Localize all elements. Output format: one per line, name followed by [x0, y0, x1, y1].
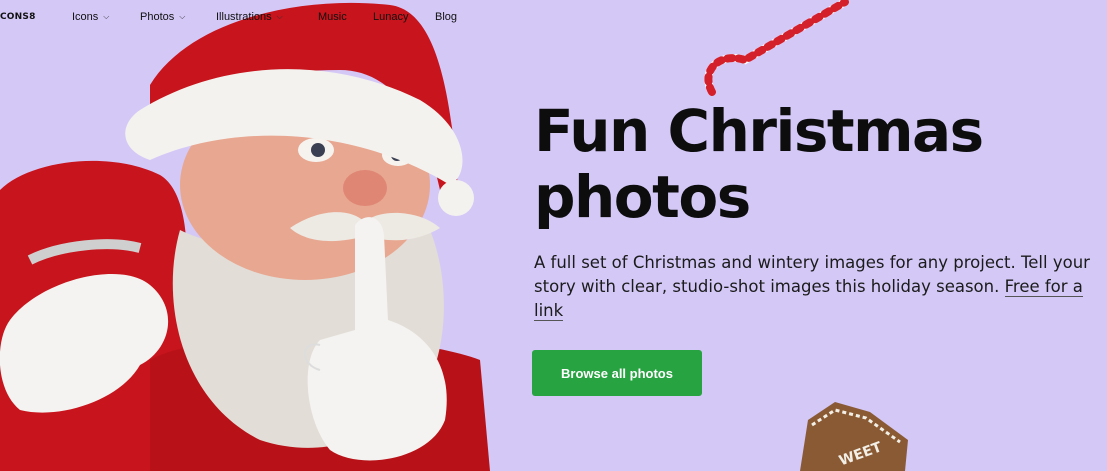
- nav-item-label: Icons: [72, 11, 99, 23]
- chevron-down-icon: ⌵: [179, 12, 186, 21]
- page-title: Fun Christmas photos: [534, 97, 984, 231]
- site-logo[interactable]: CONS8: [0, 12, 36, 22]
- nav-item-blog[interactable]: Blog: [435, 11, 457, 23]
- browse-all-photos-button[interactable]: Browse all photos: [532, 350, 702, 396]
- chevron-down-icon: ⌵: [276, 12, 283, 21]
- nav-item-illustrations[interactable]: Illustrations ⌵: [216, 11, 283, 23]
- nav-item-music[interactable]: Music: [318, 11, 347, 23]
- nav-item-photos[interactable]: Photos ⌵: [140, 11, 185, 23]
- nav-item-label: Blog: [435, 11, 458, 23]
- nav-item-icons[interactable]: Icons ⌵: [72, 11, 109, 23]
- hero-description: A full set of Christmas and wintery imag…: [534, 251, 1094, 323]
- nav-item-label: Lunacy: [373, 11, 409, 23]
- chevron-down-icon: ⌵: [103, 12, 110, 21]
- nav-item-lunacy[interactable]: Lunacy: [373, 11, 408, 23]
- nav-item-label: Music: [318, 11, 347, 23]
- hero-photo: WEET: [0, 0, 908, 471]
- top-nav: CONS8 Icons ⌵ Photos ⌵ Illustrations ⌵ M…: [0, 0, 1107, 36]
- nav-item-label: Photos: [140, 11, 175, 23]
- nav-item-label: Illustrations: [216, 11, 272, 23]
- gingerbread-cookie-image: WEET: [800, 402, 908, 471]
